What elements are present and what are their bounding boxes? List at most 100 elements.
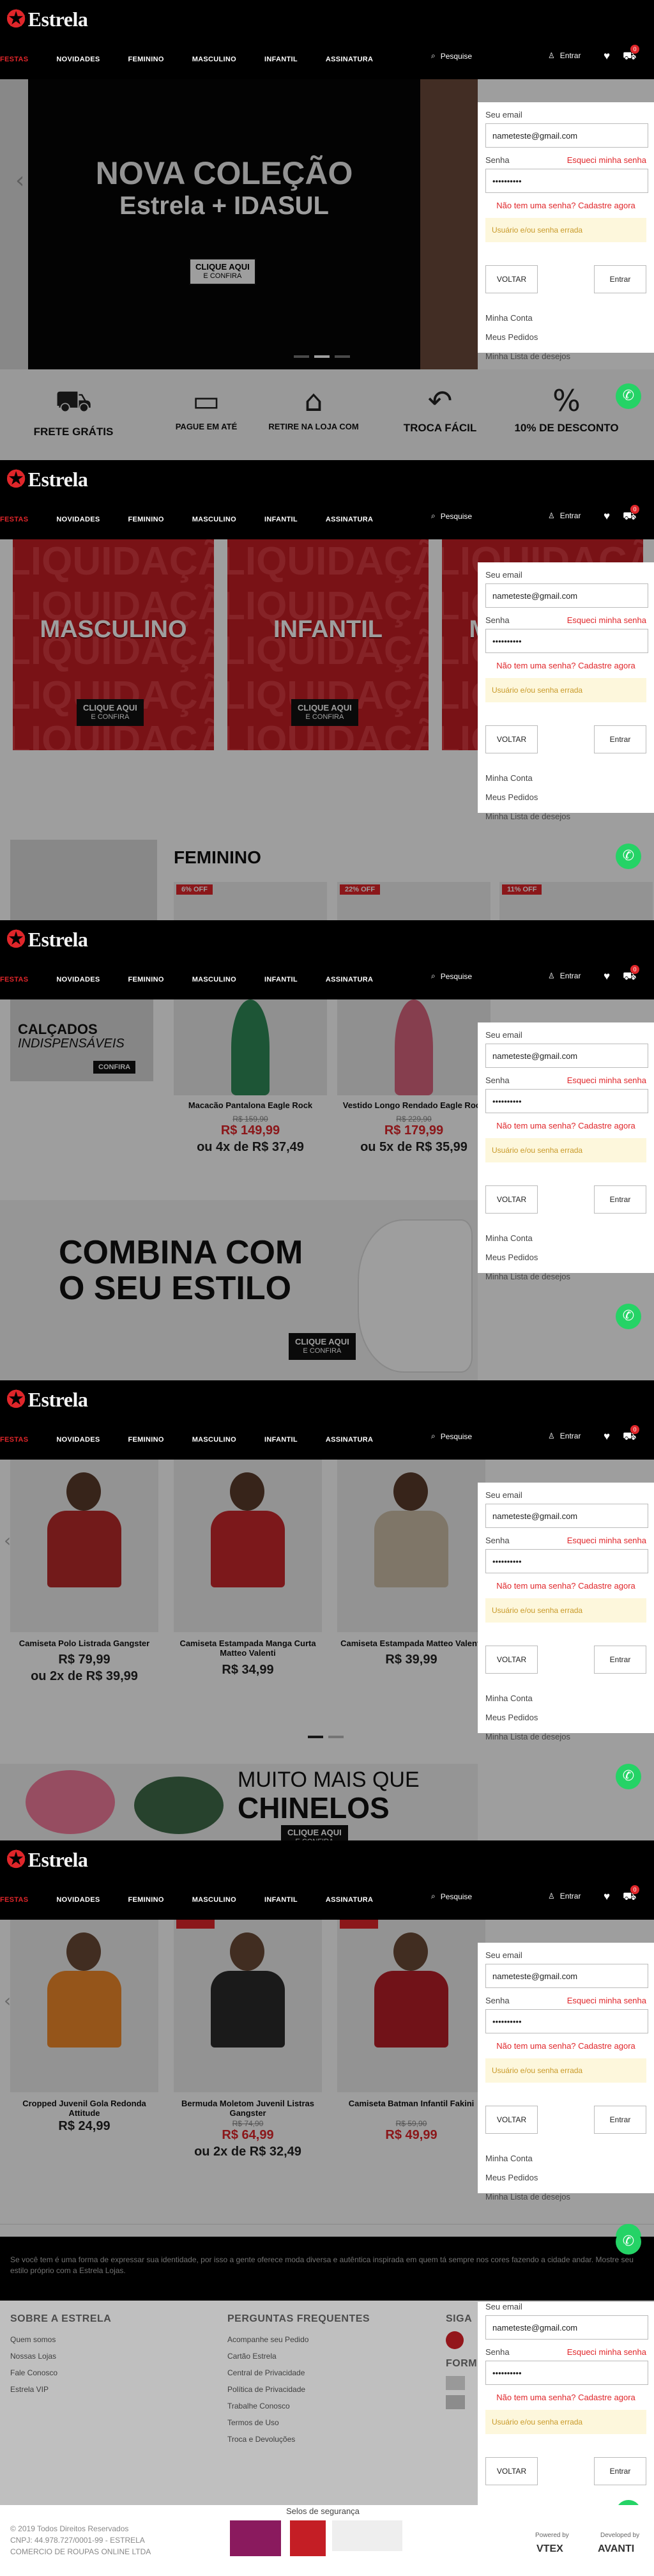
carousel-prev-arrow[interactable]: ‹ — [15, 167, 24, 194]
login-button[interactable]: ♙ Entrar — [548, 1431, 581, 1440]
product-name[interactable]: Camiseta Estampada Matteo Valenti — [335, 1639, 488, 1648]
chinelos-banner[interactable]: MUITO MAIS QUECHINELOSCLIQUE AQUIE CONFI… — [0, 1764, 478, 1840]
nav-item-0[interactable]: FESTAS — [0, 1896, 42, 1904]
email-field[interactable]: nameteste@gmail.com — [485, 2315, 648, 2340]
product-image[interactable] — [337, 1460, 485, 1632]
login-button[interactable]: ♙ Entrar — [548, 511, 581, 520]
password-field[interactable]: •••••••••• — [485, 2009, 648, 2033]
account-link[interactable]: Minha Lista de desejos — [485, 1727, 646, 1747]
account-link[interactable]: Minha Conta — [485, 1229, 646, 1248]
account-link[interactable]: Minha Lista de desejos — [485, 807, 646, 826]
nav-item-5[interactable]: ASSINATURA — [312, 56, 387, 63]
wishlist-heart-icon[interactable]: ♥ — [604, 50, 610, 63]
nav-item-4[interactable]: INFANTIL — [250, 1436, 312, 1444]
nav-item-3[interactable]: MASCULINO — [178, 976, 250, 983]
signup-link[interactable]: Não tem uma senha? Cadastre agora — [485, 201, 646, 210]
search-button[interactable]: ⌕ Pesquise — [431, 971, 472, 981]
nav-item-1[interactable]: NOVIDADES — [42, 56, 114, 63]
search-button[interactable]: ⌕ Pesquise — [431, 1892, 472, 1901]
whatsapp-button[interactable]: ✆ — [616, 2229, 641, 2255]
email-field[interactable]: nameteste@gmail.com — [485, 123, 648, 148]
search-button[interactable]: ⌕ Pesquise — [431, 51, 472, 61]
nav-item-5[interactable]: ASSINATURA — [312, 976, 387, 983]
product-image[interactable] — [174, 999, 327, 1095]
account-link[interactable]: Minha Lista de desejos — [485, 2187, 646, 2207]
nav-item-1[interactable]: NOVIDADES — [42, 516, 114, 523]
forgot-password-link[interactable]: Esqueci minha senha — [567, 155, 646, 165]
product-name[interactable]: Macacão Pantalona Eagle Rock — [174, 1100, 327, 1110]
product-name[interactable]: Camiseta Polo Listrada Gangster — [8, 1639, 161, 1648]
nav-item-2[interactable]: FEMININO — [114, 516, 178, 523]
back-button[interactable]: VOLTAR — [485, 1185, 538, 1214]
enter-button[interactable]: Entrar — [594, 265, 646, 293]
account-link[interactable]: Minha Conta — [485, 2149, 646, 2168]
email-field[interactable]: nameteste@gmail.com — [485, 1504, 648, 1528]
carousel-dot[interactable] — [314, 355, 330, 358]
password-field[interactable]: •••••••••• — [485, 1089, 648, 1113]
account-link[interactable]: Meus Pedidos — [485, 2168, 646, 2187]
nav-item-2[interactable]: FEMININO — [114, 976, 178, 983]
login-button[interactable]: ♙ Entrar — [548, 51, 581, 60]
back-button[interactable]: VOLTAR — [485, 725, 538, 753]
nav-item-5[interactable]: ASSINATURA — [312, 1436, 387, 1444]
nav-item-4[interactable]: INFANTIL — [250, 976, 312, 983]
whatsapp-button[interactable]: ✆ — [616, 1764, 641, 1789]
password-field[interactable]: •••••••••• — [485, 2361, 648, 2385]
account-link[interactable]: Meus Pedidos — [485, 1708, 646, 1727]
back-button[interactable]: VOLTAR — [485, 1646, 538, 1674]
nav-item-0[interactable]: FESTAS — [0, 56, 42, 63]
product-image[interactable] — [337, 999, 490, 1095]
product-name[interactable]: Cropped Juvenil Gola Redonda Attitude — [8, 2099, 161, 2118]
hero-cta-button[interactable]: CLIQUE AQUI E CONFIRA — [189, 258, 256, 285]
nav-item-4[interactable]: INFANTIL — [250, 516, 312, 523]
nav-item-1[interactable]: NOVIDADES — [42, 1436, 114, 1444]
signup-link[interactable]: Não tem uma senha? Cadastre agora — [485, 1581, 646, 1591]
back-button[interactable]: VOLTAR — [485, 2106, 538, 2134]
product-name[interactable]: Camiseta Batman Infantil Fakini — [335, 2099, 488, 2108]
whatsapp-button[interactable]: ✆ — [616, 844, 641, 869]
forgot-password-link[interactable]: Esqueci minha senha — [567, 1536, 646, 1545]
account-link[interactable]: Minha Conta — [485, 1689, 646, 1708]
login-button[interactable]: ♙ Entrar — [548, 1892, 581, 1901]
signup-link[interactable]: Não tem uma senha? Cadastre agora — [485, 2393, 646, 2402]
nav-item-3[interactable]: MASCULINO — [178, 1436, 250, 1444]
logo[interactable]: ✪ Estrela — [6, 1847, 88, 1872]
nav-item-0[interactable]: FESTAS — [0, 516, 42, 523]
signup-link[interactable]: Não tem uma senha? Cadastre agora — [485, 2041, 646, 2051]
forgot-password-link[interactable]: Esqueci minha senha — [567, 1996, 646, 2005]
calcados-banner[interactable]: CALÇADOS INDISPENSÁVEIS CONFIRA — [10, 999, 153, 1081]
account-link[interactable]: Minha Lista de desejos — [485, 347, 646, 366]
nav-item-2[interactable]: FEMININO — [114, 56, 178, 63]
carousel-prev-arrow[interactable]: ‹ — [4, 1530, 11, 1551]
enter-button[interactable]: Entrar — [594, 1185, 646, 1214]
hero-banner[interactable]: NOVA COLEÇÃO Estrela + IDASUL CLIQUE AQUI E… — [28, 79, 420, 369]
nav-item-3[interactable]: MASCULINO — [178, 56, 250, 63]
logo[interactable]: ✪ Estrela — [6, 467, 88, 492]
nav-item-5[interactable]: ASSINATURA — [312, 1896, 387, 1904]
carousel-dot[interactable] — [308, 1736, 323, 1738]
enter-button[interactable]: Entrar — [594, 1646, 646, 1674]
back-button[interactable]: VOLTAR — [485, 265, 538, 293]
password-field[interactable]: •••••••••• — [485, 629, 648, 653]
product-image[interactable] — [174, 1460, 322, 1632]
product-name[interactable]: Vestido Longo Rendado Eagle Rock — [337, 1100, 490, 1110]
carousel-dot[interactable] — [335, 355, 350, 358]
account-link[interactable]: Meus Pedidos — [485, 1248, 646, 1267]
chinelos-cta-button[interactable]: CLIQUE AQUIE CONFIRA — [281, 1825, 348, 1840]
nav-item-4[interactable]: INFANTIL — [250, 56, 312, 63]
carousel-dot[interactable] — [328, 1736, 344, 1738]
nav-item-0[interactable]: FESTAS — [0, 1436, 42, 1444]
email-field[interactable]: nameteste@gmail.com — [485, 583, 648, 608]
account-link[interactable]: Minha Conta — [485, 309, 646, 328]
enter-button[interactable]: Entrar — [594, 2457, 646, 2485]
search-button[interactable]: ⌕ Pesquise — [431, 511, 472, 521]
calcados-cta-button[interactable]: CONFIRA — [93, 1061, 136, 1074]
account-link[interactable]: Meus Pedidos — [485, 328, 646, 347]
logo[interactable]: ✪ Estrela — [6, 1387, 88, 1412]
nav-item-3[interactable]: MASCULINO — [178, 516, 250, 523]
product-name[interactable]: Camiseta Estampada Manga Curta Matteo Va… — [171, 1639, 324, 1658]
account-link[interactable]: Minha Conta — [485, 769, 646, 788]
promo-banner-1[interactable]: LIQUIDAÇÃOLIQUIDAÇÃOLIQUIDAÇÃOLIQUIDAÇÃO… — [227, 539, 429, 750]
whatsapp-button[interactable]: ✆ — [616, 1304, 641, 1329]
nav-item-5[interactable]: ASSINATURA — [312, 516, 387, 523]
